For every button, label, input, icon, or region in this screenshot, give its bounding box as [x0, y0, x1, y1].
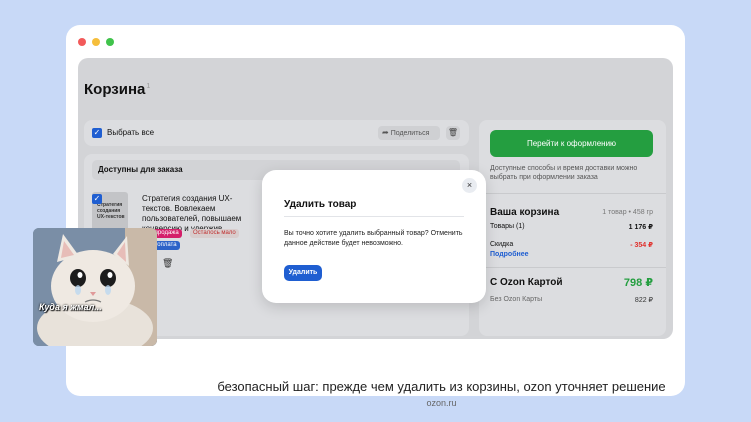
ozon-card-price: 798 ₽: [623, 277, 653, 289]
window-close-dot[interactable]: [78, 38, 86, 46]
dialog-title: Удалить товар: [284, 199, 357, 210]
delete-item-dialog: × Удалить товар Вы точно хотите удалить …: [262, 170, 486, 303]
share-arrow-icon: ➦: [382, 128, 389, 137]
checkout-button[interactable]: Перейти к оформлению: [490, 130, 653, 157]
cart-summary-title: Ваша корзина: [490, 207, 560, 218]
no-card-price: 822 ₽: [634, 297, 653, 304]
page-title: Корзина1: [84, 81, 151, 98]
discount-value: - 354 ₽: [630, 242, 653, 249]
goods-label: Товары (1): [490, 223, 525, 230]
share-button[interactable]: ➦ Поделиться: [378, 126, 440, 140]
cart-summary-count: 1 товар • 458 гр: [602, 209, 653, 216]
delete-button[interactable]: Удалить: [284, 265, 322, 281]
dialog-message: Вы точно хотите удалить выбранный товар?…: [284, 230, 463, 247]
select-all-label[interactable]: Выбрать все: [107, 128, 154, 137]
details-link[interactable]: Подробнее: [490, 251, 529, 258]
delete-item-trash-icon[interactable]: 🗑: [162, 258, 173, 269]
ozon-card-title: С Ozon Картой: [490, 277, 563, 288]
product-checkbox[interactable]: ✓: [92, 194, 102, 204]
summary-divider: [479, 193, 666, 194]
low-stock-tag: Осталось мало: [190, 229, 239, 238]
cart-count-superscript: 1: [146, 83, 151, 90]
caption-text: безопасный шаг: прежде чем удалить из ко…: [217, 379, 666, 394]
crying-cat-meme: Куда я жмал...: [33, 228, 157, 346]
dialog-divider: [284, 216, 464, 217]
close-icon[interactable]: ×: [462, 178, 477, 193]
delete-selected-trash-icon[interactable]: 🗑: [446, 126, 460, 140]
window-maximize-dot[interactable]: [106, 38, 114, 46]
select-bar: ✓ Выбрать все ➦ Поделиться 🗑: [84, 120, 469, 146]
discount-label: Скидка: [490, 241, 514, 248]
order-summary: Перейти к оформлению Доступные способы и…: [479, 120, 666, 336]
select-all-checkbox[interactable]: ✓: [92, 128, 102, 138]
product-name[interactable]: Стратегия создания UX-текстов. Вовлекаем…: [142, 194, 262, 234]
window-minimize-dot[interactable]: [92, 38, 100, 46]
summary-divider-2: [479, 267, 666, 268]
no-card-label: Без Ozon Карты: [490, 296, 543, 303]
goods-value: 1 176 ₽: [628, 224, 653, 231]
crying-cat-image: [33, 228, 157, 346]
meme-caption: Куда я жмал...: [39, 302, 102, 312]
source-text: ozon.ru: [426, 398, 457, 408]
delivery-note: Доступные способы и время доставки можно…: [490, 165, 638, 181]
